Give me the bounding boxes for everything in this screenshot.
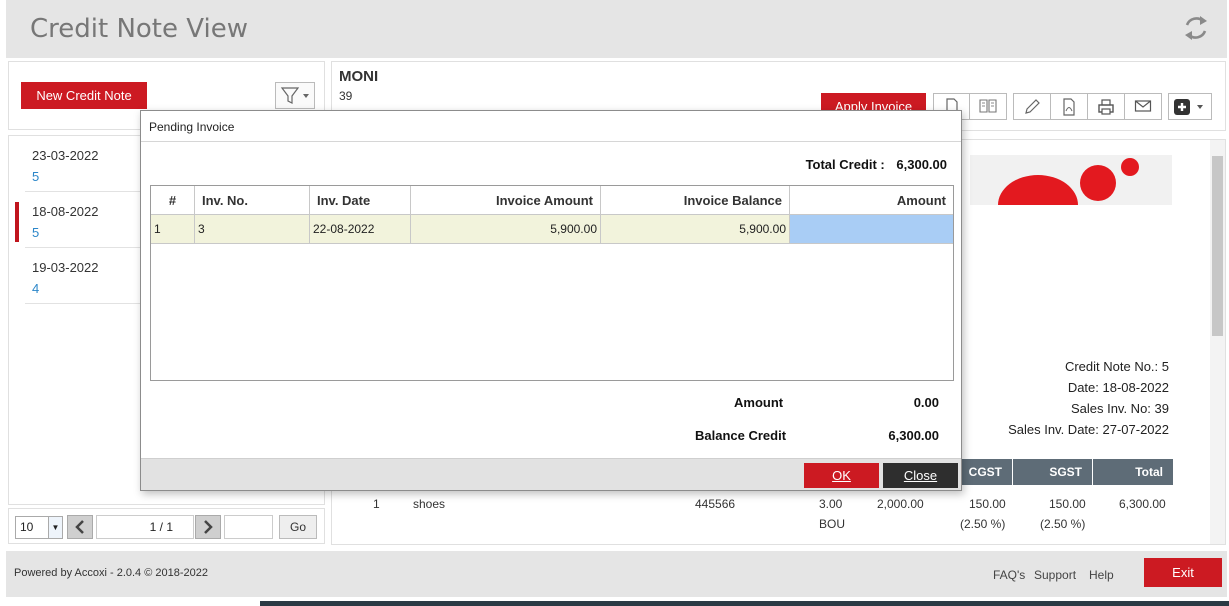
close-button[interactable]: Close bbox=[883, 463, 958, 488]
envelope-icon bbox=[1134, 100, 1152, 112]
dialog-footer: OK Close bbox=[141, 458, 961, 490]
help-link[interactable]: Help bbox=[1089, 568, 1114, 582]
prev-page-button[interactable] bbox=[67, 515, 93, 539]
support-link[interactable]: Support bbox=[1034, 568, 1076, 582]
page-size-value: 10 bbox=[20, 520, 34, 534]
cell-invoice-amount[interactable]: 5,900.00 bbox=[411, 215, 601, 244]
row-sgst: 150.00 bbox=[1049, 497, 1086, 511]
email-button[interactable] bbox=[1124, 93, 1162, 120]
row-sgst-pct: (2.50 %) bbox=[1040, 517, 1086, 531]
plus-icon bbox=[1174, 99, 1203, 115]
refresh-icon[interactable] bbox=[1181, 12, 1211, 44]
total-credit-label: Total Credit : bbox=[805, 157, 885, 172]
chevron-left-icon bbox=[75, 520, 84, 534]
column-sgst: SGST bbox=[1013, 459, 1092, 485]
column-total: Total bbox=[1093, 459, 1173, 485]
list-item-number: 5 bbox=[32, 169, 40, 184]
amount-label: Amount bbox=[734, 395, 784, 410]
credit-note-date: Date: 18-08-2022 bbox=[1067, 380, 1169, 395]
amount-value: 0.00 bbox=[913, 395, 939, 410]
new-credit-note-button[interactable]: New Credit Note bbox=[21, 82, 147, 109]
pending-invoice-dialog: Pending Invoice Total Credit : 6,300.00 … bbox=[140, 110, 962, 491]
pdf-icon bbox=[1063, 98, 1075, 116]
credit-note-number: Credit Note No.: 5 bbox=[1064, 359, 1169, 374]
page-size-select[interactable]: 10 ▼ bbox=[15, 516, 63, 539]
print-button[interactable] bbox=[1087, 93, 1125, 120]
balance-credit-value: 6,300.00 bbox=[888, 428, 939, 443]
go-to-page-input[interactable] bbox=[224, 515, 273, 539]
page-title: Credit Note View bbox=[30, 14, 248, 44]
filter-button[interactable] bbox=[275, 82, 315, 109]
customer-number: 39 bbox=[339, 89, 353, 103]
balance-credit-label: Balance Credit bbox=[695, 428, 787, 443]
column-index: # bbox=[151, 186, 195, 215]
invoice-grid: # Inv. No. Inv. Date Invoice Amount Invo… bbox=[150, 185, 954, 381]
list-item-number: 5 bbox=[32, 225, 40, 240]
list-item-date: 23-03-2022 bbox=[32, 148, 99, 163]
edit-button[interactable] bbox=[1013, 93, 1051, 120]
row-total: 6,300.00 bbox=[1119, 497, 1166, 511]
footer: Powered by Accoxi - 2.0.4 © 2018-2022 FA… bbox=[6, 551, 1227, 597]
sales-invoice-number: Sales Inv. No: 39 bbox=[1070, 401, 1169, 416]
row-unit: BOU bbox=[819, 517, 846, 531]
next-page-button[interactable] bbox=[195, 515, 221, 539]
pencil-icon bbox=[1025, 99, 1040, 114]
book-icon bbox=[979, 99, 997, 113]
page-number-field[interactable]: 1 / 1 bbox=[96, 515, 194, 539]
more-actions-button[interactable] bbox=[1168, 93, 1212, 120]
ok-label: OK bbox=[832, 468, 851, 483]
list-item-date: 19-03-2022 bbox=[32, 260, 99, 275]
row-cgst: 150.00 bbox=[969, 497, 1006, 511]
column-invoice-balance: Invoice Balance bbox=[601, 186, 790, 215]
chevron-down-icon[interactable]: ▼ bbox=[48, 517, 62, 538]
row-item: shoes bbox=[413, 497, 446, 511]
filter-icon bbox=[280, 87, 309, 104]
pdf-button[interactable] bbox=[1050, 93, 1088, 120]
cell-inv-date[interactable]: 22-08-2022 bbox=[310, 215, 411, 244]
cell-inv-no[interactable]: 3 bbox=[195, 215, 310, 244]
ok-button[interactable]: OK bbox=[804, 463, 879, 488]
row-cgst-pct: (2.50 %) bbox=[960, 517, 1006, 531]
total-credit-value: 6,300.00 bbox=[896, 157, 947, 172]
exit-button[interactable]: Exit bbox=[1144, 558, 1222, 587]
row-sl: 1 bbox=[373, 497, 380, 511]
column-inv-date: Inv. Date bbox=[310, 186, 411, 215]
taskbar-strip bbox=[260, 601, 1229, 606]
powered-by: Powered by Accoxi - 2.0.4 © 2018-2022 bbox=[14, 567, 208, 579]
column-cgst: CGST bbox=[960, 459, 1012, 485]
total-credit: Total Credit : 6,300.00 bbox=[798, 157, 947, 172]
cell-invoice-balance[interactable]: 5,900.00 bbox=[601, 215, 790, 244]
list-item-number: 4 bbox=[32, 281, 40, 296]
customer-name: MONI bbox=[339, 68, 379, 85]
go-button[interactable]: Go bbox=[279, 515, 317, 539]
row-qty: 3.00 bbox=[819, 497, 843, 511]
faqs-link[interactable]: FAQ's bbox=[993, 568, 1025, 582]
amount-input-cell[interactable] bbox=[790, 215, 953, 244]
column-amount: Amount bbox=[790, 186, 953, 215]
chevron-right-icon bbox=[204, 520, 213, 534]
row-hsn: 445566 bbox=[695, 497, 736, 511]
dialog-title: Pending Invoice bbox=[141, 111, 961, 142]
close-label: Close bbox=[903, 468, 938, 483]
column-inv-no: Inv. No. bbox=[195, 186, 310, 215]
column-invoice-amount: Invoice Amount bbox=[411, 186, 601, 215]
company-logo bbox=[970, 155, 1172, 205]
title-bar: Credit Note View bbox=[6, 0, 1227, 58]
vertical-scrollbar[interactable] bbox=[1210, 140, 1225, 544]
pagination: 10 ▼ 1 / 1 Go bbox=[8, 508, 325, 544]
book-view-button[interactable] bbox=[969, 93, 1007, 120]
cell-index[interactable]: 1 bbox=[151, 215, 195, 244]
row-rate: 2,000.00 bbox=[877, 497, 924, 511]
printer-icon bbox=[1098, 99, 1114, 115]
list-item-date: 18-08-2022 bbox=[32, 204, 99, 219]
sales-invoice-date: Sales Inv. Date: 27-07-2022 bbox=[1008, 422, 1169, 437]
